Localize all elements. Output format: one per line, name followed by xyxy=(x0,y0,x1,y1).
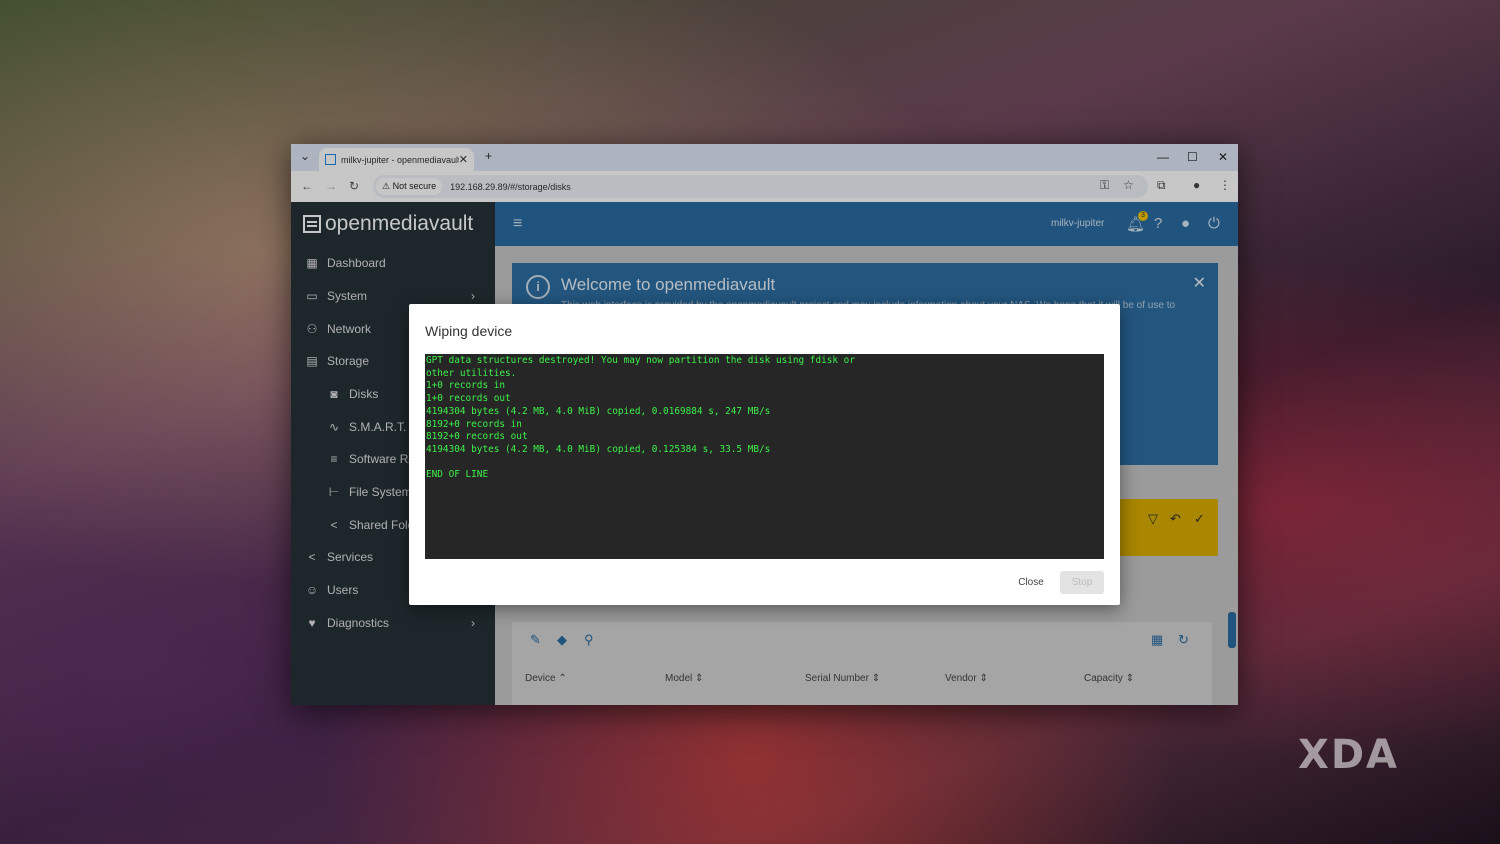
stop-button[interactable]: Stop xyxy=(1060,571,1104,594)
close-button[interactable]: Close xyxy=(1006,571,1056,594)
wiping-device-dialog: Wiping device GPT data structures destro… xyxy=(409,304,1120,605)
dialog-title: Wiping device xyxy=(425,323,513,339)
terminal-output: GPT data structures destroyed! You may n… xyxy=(425,354,1104,559)
xda-watermark: XDA xyxy=(1298,732,1399,778)
